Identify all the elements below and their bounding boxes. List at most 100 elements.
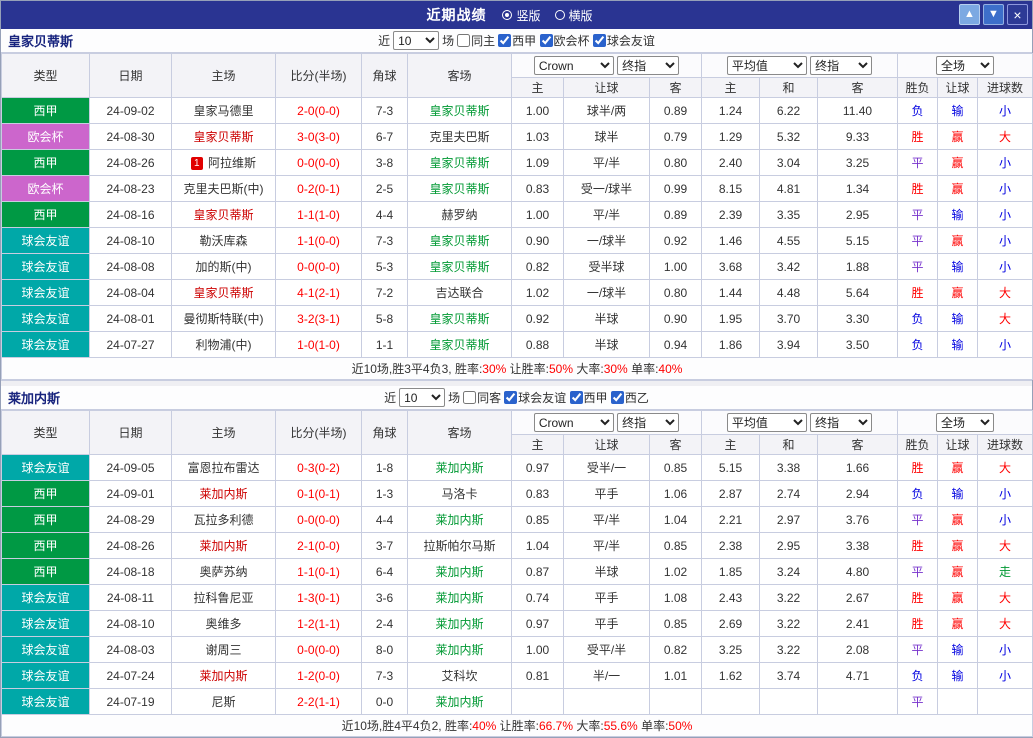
euro-draw-odds: 3.22	[760, 611, 818, 637]
euro-home-odds: 3.68	[702, 254, 760, 280]
home-team-cell: 莱加内斯	[172, 663, 276, 689]
euro-away-odds: 9.33	[818, 124, 898, 150]
result-wdl: 平	[898, 507, 938, 533]
sub-eu-draw: 和	[760, 78, 818, 98]
away-team: 艾科坎	[441, 669, 477, 683]
home-team-cell: 瓦拉多利德	[172, 507, 276, 533]
match-score: 1-0(1-0)	[276, 332, 362, 358]
ah-home-odds: 0.81	[512, 663, 564, 689]
result-handicap: 输	[938, 254, 978, 280]
summary-part: 让胜率:	[496, 719, 539, 733]
league-checkbox-input[interactable]	[611, 391, 624, 404]
home-team: 皇家马德里	[193, 104, 253, 118]
corner-score: 3-6	[362, 585, 408, 611]
odds-company-select[interactable]: Crown	[534, 56, 614, 75]
odds-time-select[interactable]: 终指	[617, 413, 679, 432]
league-checkbox-input[interactable]	[498, 34, 511, 47]
summary-row: 近10场,胜4平4负2, 胜率:40% 让胜率:66.7% 大率:55.6% 单…	[2, 715, 1033, 737]
euro-away-odds: 3.25	[818, 150, 898, 176]
league-checkbox-input[interactable]	[504, 391, 517, 404]
league-checkbox-input[interactable]	[540, 34, 553, 47]
euro-time-select[interactable]: 终指	[810, 413, 872, 432]
league-checkbox[interactable]: 西甲	[498, 32, 536, 49]
result-wdl: 胜	[898, 611, 938, 637]
recent-count-select[interactable]: 10	[399, 388, 445, 407]
away-team-cell: 莱加内斯	[408, 585, 512, 611]
match-score: 0-3(0-2)	[276, 455, 362, 481]
summary-part: 大率:	[573, 719, 604, 733]
result-wdl: 平	[898, 254, 938, 280]
same-venue-checkbox[interactable]: 同主	[457, 32, 495, 49]
league-checkbox-input[interactable]	[570, 391, 583, 404]
same-venue-checkbox-input[interactable]	[457, 34, 470, 47]
col-corner: 角球	[362, 54, 408, 98]
result-wdl: 胜	[898, 176, 938, 202]
home-team: 莱加内斯	[199, 539, 247, 553]
odds-time-select[interactable]: 终指	[617, 56, 679, 75]
table-row: 西甲 24-08-26 莱加内斯 2-1(0-0) 3-7 拉斯帕尔马斯 1.0…	[2, 533, 1033, 559]
match-date: 24-09-02	[90, 98, 172, 124]
league-checkbox[interactable]: 球会友谊	[593, 32, 655, 49]
rank-badge: 1	[191, 157, 203, 170]
euro-time-select[interactable]: 终指	[810, 56, 872, 75]
home-team-cell: 皇家贝蒂斯	[172, 202, 276, 228]
league-checkbox[interactable]: 西乙	[611, 389, 649, 406]
corner-score: 1-8	[362, 455, 408, 481]
euro-home-odds: 2.40	[702, 150, 760, 176]
sub-goals: 进球数	[978, 435, 1033, 455]
league-checkbox[interactable]: 欧会杯	[540, 32, 590, 49]
away-team-cell: 皇家贝蒂斯	[408, 332, 512, 358]
corner-score: 3-8	[362, 150, 408, 176]
result-handicap: 赢	[938, 124, 978, 150]
filter-controls: 近 10 场 同主 西甲	[378, 31, 655, 50]
scroll-up-button[interactable]: ▲	[959, 4, 980, 25]
sub-handicap: 让球	[938, 78, 978, 98]
team-section-betis: 皇家贝蒂斯 近 10 场 同主 西甲	[1, 29, 1032, 380]
match-score: 1-1(0-0)	[276, 228, 362, 254]
table-row: 球会友谊 24-08-08 加的斯(中) 0-0(0-0) 5-3 皇家贝蒂斯 …	[2, 254, 1033, 280]
recent-suffix-label: 场	[442, 32, 454, 49]
euro-average-select[interactable]: 平均值	[727, 56, 807, 75]
summary-part: 40%	[472, 719, 496, 733]
summary-row: 近10场,胜3平4负3, 胜率:30% 让胜率:50% 大率:30% 单率:40…	[2, 358, 1033, 380]
league-checkbox-input[interactable]	[593, 34, 606, 47]
euro-draw-odds: 2.74	[760, 481, 818, 507]
result-handicap: 赢	[938, 533, 978, 559]
euro-draw-odds: 3.74	[760, 663, 818, 689]
euro-average-select[interactable]: 平均值	[727, 413, 807, 432]
home-team: 莱加内斯	[199, 487, 247, 501]
result-handicap	[938, 689, 978, 715]
radio-selected-icon	[502, 10, 512, 20]
same-venue-checkbox-input[interactable]	[463, 391, 476, 404]
match-type-badge: 球会友谊	[2, 332, 90, 358]
result-handicap: 赢	[938, 585, 978, 611]
odds-company-select[interactable]: Crown	[534, 413, 614, 432]
match-score: 3-0(3-0)	[276, 124, 362, 150]
ah-home-odds	[512, 689, 564, 715]
same-venue-checkbox[interactable]: 同客	[463, 389, 501, 406]
league-label: 球会友谊	[607, 32, 655, 49]
away-team-cell: 莱加内斯	[408, 689, 512, 715]
radio-vertical-layout[interactable]: 竖版	[502, 7, 540, 24]
table-row: 西甲 24-08-26 1 阿拉维斯 0-0(0-0) 3-8 皇家贝蒂斯 1.…	[2, 150, 1033, 176]
close-button[interactable]: ×	[1007, 4, 1028, 25]
recent-count-select[interactable]: 10	[393, 31, 439, 50]
scope-select[interactable]: 全场	[936, 56, 994, 75]
away-team-cell: 马洛卡	[408, 481, 512, 507]
recent-prefix-label: 近	[384, 389, 396, 406]
ah-line: 球半/两	[564, 98, 650, 124]
radio-horizontal-layout[interactable]: 横版	[555, 7, 593, 24]
euro-draw-odds: 3.35	[760, 202, 818, 228]
ah-home-odds: 0.83	[512, 176, 564, 202]
scope-select[interactable]: 全场	[936, 413, 994, 432]
result-goals: 大	[978, 585, 1033, 611]
table-row: 西甲 24-09-02 皇家马德里 2-0(0-0) 7-3 皇家贝蒂斯 1.0…	[2, 98, 1033, 124]
table-row: 西甲 24-09-01 莱加内斯 0-1(0-1) 1-3 马洛卡 0.83 平…	[2, 481, 1033, 507]
league-checkbox[interactable]: 球会友谊	[504, 389, 566, 406]
league-checkbox[interactable]: 西甲	[570, 389, 608, 406]
home-team: 莱加内斯	[199, 669, 247, 683]
euro-away-odds: 5.64	[818, 280, 898, 306]
col-home: 主场	[172, 54, 276, 98]
scroll-down-button[interactable]: ▼	[983, 4, 1004, 25]
ah-away-odds: 1.02	[650, 559, 702, 585]
